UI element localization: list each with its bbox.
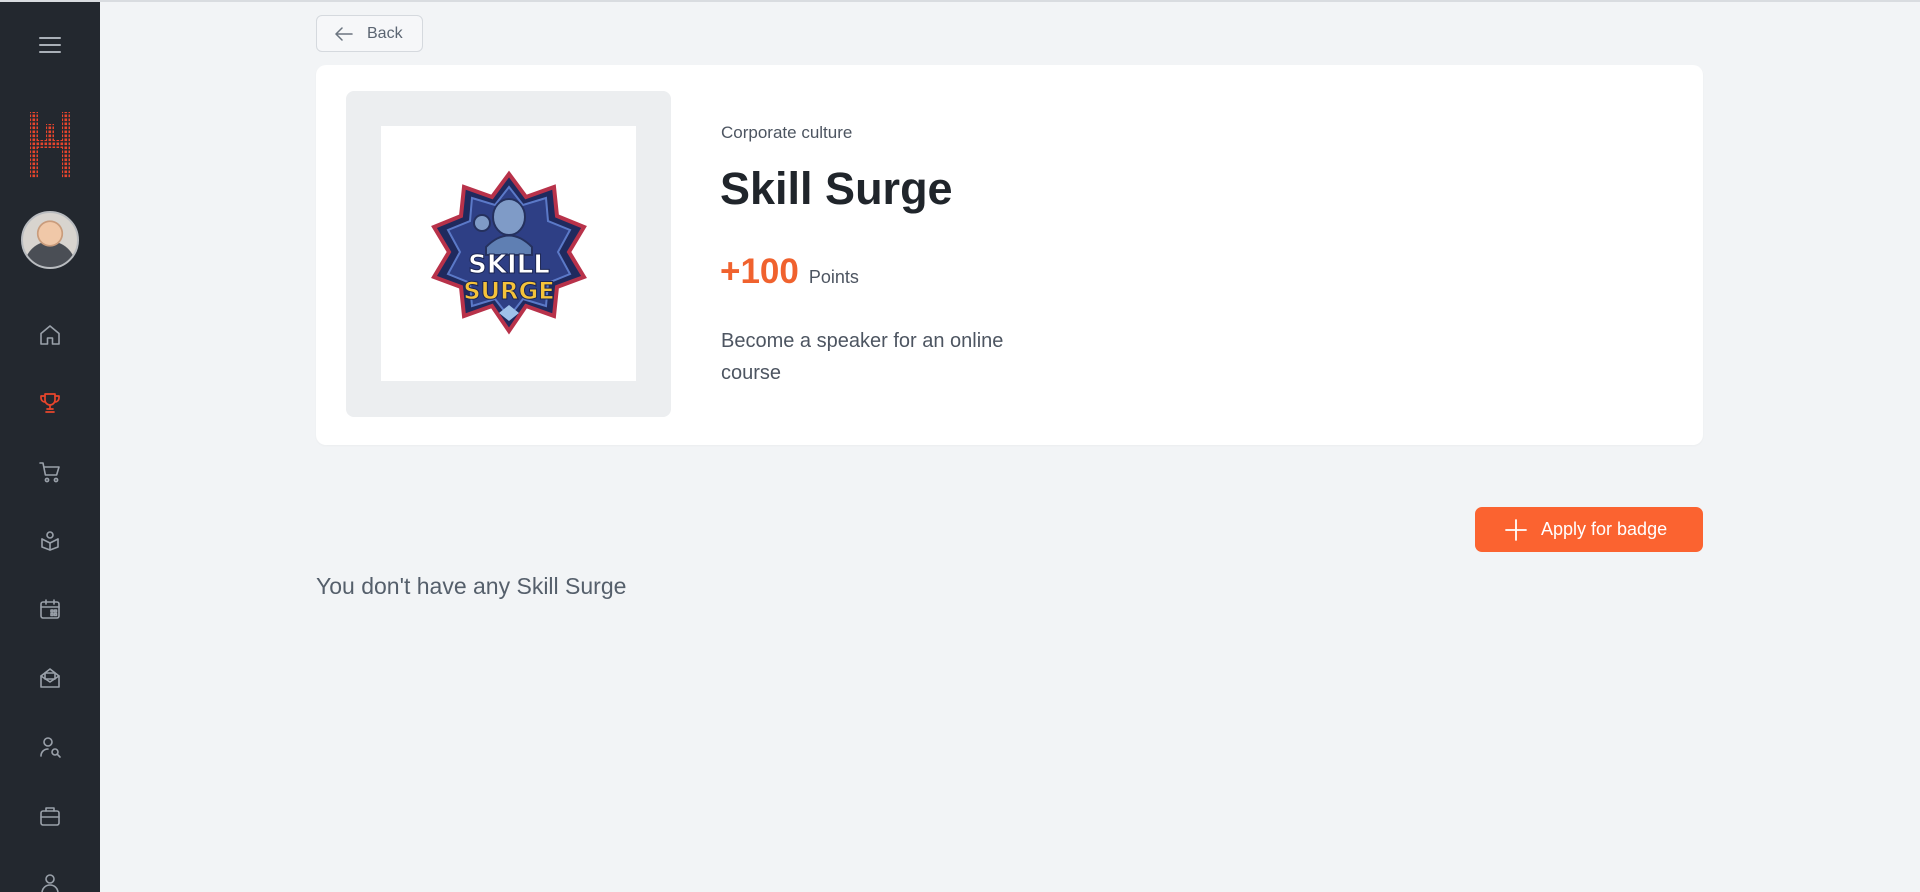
inbox-icon[interactable] <box>35 663 65 693</box>
empty-state-message: You don't have any Skill Surge <box>316 573 627 599</box>
avatar[interactable] <box>21 211 79 269</box>
skill-surge-logo: SKILL SURGE <box>430 170 587 335</box>
user-icon[interactable] <box>35 868 65 892</box>
points-label: Points <box>808 267 859 287</box>
back-button-label: Back <box>367 24 403 42</box>
cart-icon[interactable] <box>35 457 65 487</box>
badge-description: Become a speaker for an online course <box>721 330 1004 384</box>
graduation-icon[interactable] <box>35 526 65 556</box>
menu-icon[interactable] <box>35 30 65 60</box>
logo-text-bottom: SURGE <box>463 277 554 305</box>
badge-category: Corporate culture <box>721 123 853 142</box>
back-button[interactable]: Back <box>316 15 423 52</box>
top-divider <box>100 0 1920 2</box>
badge-card: SKILL SURGE Corporate culture Skill Surg… <box>316 65 1703 445</box>
plus-icon <box>1505 518 1527 541</box>
calendar-icon[interactable] <box>35 594 65 624</box>
badge-title: Skill Surge <box>720 163 953 214</box>
apply-for-badge-button[interactable]: Apply for badge <box>1475 507 1703 552</box>
logo-text-top: SKILL <box>468 250 550 280</box>
logo[interactable] <box>28 110 72 180</box>
briefcase-icon[interactable] <box>35 801 65 831</box>
apply-button-label: Apply for badge <box>1541 519 1668 539</box>
user-search-icon[interactable] <box>35 732 65 762</box>
points-value: +100 <box>720 252 799 291</box>
points-row: +100 Points <box>720 252 859 292</box>
badge-image-frame: SKILL SURGE <box>346 91 671 417</box>
sidebar <box>0 0 100 892</box>
badge-image: SKILL SURGE <box>381 126 636 381</box>
home-icon[interactable] <box>35 320 65 350</box>
arrow-left-icon <box>335 26 353 41</box>
trophy-icon[interactable] <box>35 388 65 418</box>
